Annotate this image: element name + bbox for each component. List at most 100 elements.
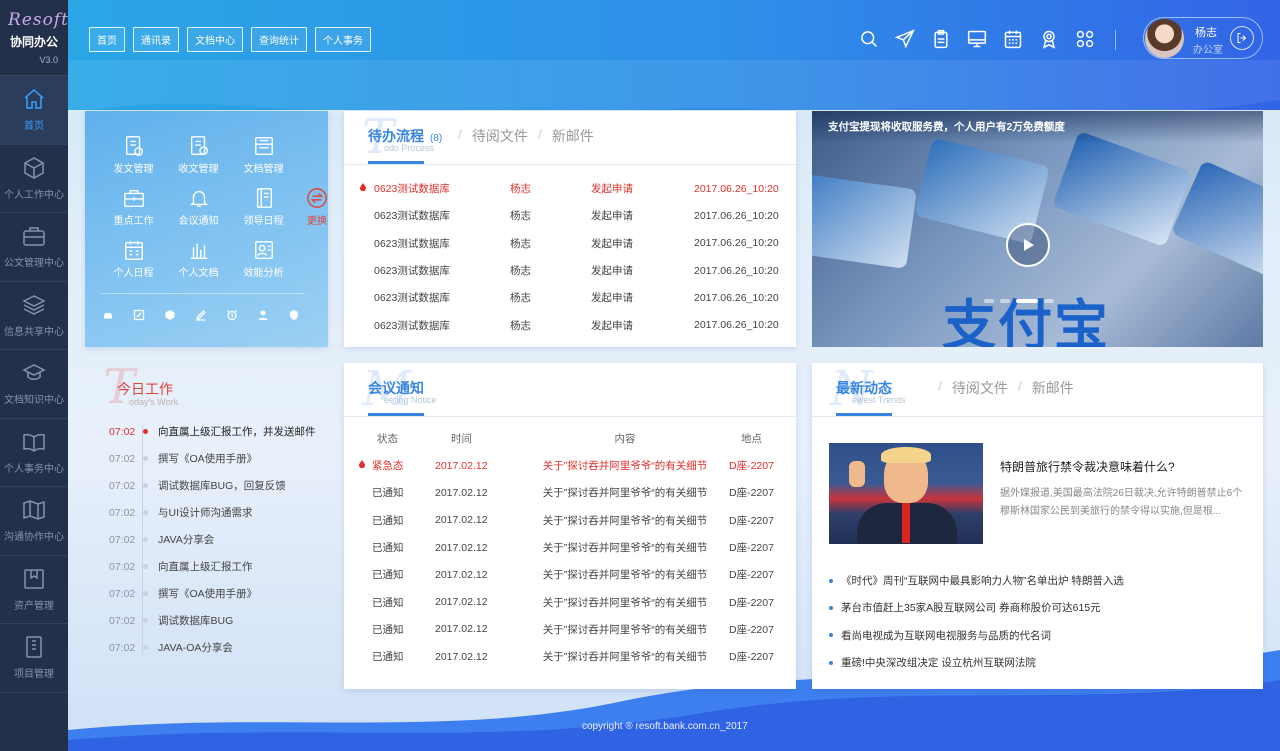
list-item[interactable]: 《时代》周刊“互联网中最具影响力人物”名单出炉 特朗普入选 [829, 567, 1124, 594]
news-photo[interactable] [829, 443, 983, 544]
apps-button[interactable] [1075, 29, 1111, 49]
today-item[interactable]: 07:02 向直属上级汇报工作 [109, 559, 253, 574]
table-row[interactable]: 已通知 2017.02.12 关于”探讨吞并阿里爷爷“的有关细节 D座-2207 [344, 561, 796, 588]
alarm-icon [227, 309, 237, 321]
app-logo[interactable]: Resoft 协同办公 V3.0 [0, 0, 68, 76]
play-button[interactable] [1006, 223, 1050, 267]
table-row[interactable]: 已通知 2017.02.12 关于”探讨吞并阿里爷爷“的有关细节 D座-2207 [344, 534, 796, 561]
promo-banner[interactable]: 支付宝 支付宝提现将收取服务费，个人用户有2万免费额度 [812, 111, 1263, 347]
quick-personal-docs[interactable]: 个人文档 [166, 239, 231, 279]
brand-name: Resoft [8, 10, 69, 30]
car-button[interactable] [101, 308, 115, 322]
quick-receive-doc[interactable]: 收文管理 [166, 135, 231, 175]
send-icon [895, 29, 915, 49]
meeting-content: 关于”探讨吞并阿里爷爷“的有关细节 [542, 596, 708, 609]
search-button[interactable] [859, 29, 895, 49]
table-row[interactable]: 已通知 2017.02.12 关于”探讨吞并阿里爷爷“的有关细节 D座-2207 [344, 616, 796, 643]
today-item[interactable]: 07:02 JAVA分享会 [109, 532, 214, 547]
timeline-dot [143, 456, 148, 461]
topnav-statistics[interactable]: 查询统计 [251, 27, 307, 52]
today-item[interactable]: 07:02 向直属上级汇报工作，并发送邮件 [109, 424, 316, 439]
badge-button[interactable] [287, 308, 301, 322]
sidebar-item-home[interactable]: 首页 [0, 76, 68, 145]
box-button[interactable] [163, 308, 177, 322]
todo-row[interactable]: 0623测试数据库 杨志 发起申请 2017.06.26_10:20 [344, 175, 796, 202]
table-row[interactable]: 已通知 2017.02.12 关于”探讨吞并阿里爷爷“的有关细节 D座-2207 [344, 588, 796, 615]
avatar[interactable] [1145, 19, 1184, 58]
topnav-documents[interactable]: 文档中心 [187, 27, 243, 52]
notebook-icon [256, 188, 272, 208]
today-item[interactable]: 07:02 与UI设计师沟通需求 [109, 505, 253, 520]
today-item[interactable]: 07:02 JAVA-OA分享会 [109, 640, 233, 655]
today-subtitle: oday's Work [129, 397, 179, 407]
alarm-button[interactable] [225, 308, 239, 322]
meeting-place: D座-2207 [729, 460, 774, 473]
list-item[interactable]: 茅台市值赶上35家A股互联网公司 券商称股价可达615元 [829, 594, 1124, 621]
send-button[interactable] [895, 29, 931, 49]
todo-user: 杨志 [510, 237, 531, 250]
quick-send-doc[interactable]: 发文管理 [101, 135, 166, 175]
unionpay-card [1051, 130, 1193, 248]
todo-row[interactable]: 0623测试数据库 杨志 发起申请 2017.06.26_10:20 [344, 311, 796, 338]
user-button[interactable] [256, 308, 270, 322]
todo-name: 0623测试数据库 [374, 292, 450, 305]
quick-swap[interactable]: 更换 [296, 187, 338, 227]
today-time: 07:02 [109, 560, 136, 573]
tab-pending-read[interactable]: 待阅文件 [952, 378, 1008, 398]
carousel-dot[interactable] [1000, 299, 1010, 303]
sidebar-item-personal-affairs[interactable]: 个人事务中心 [0, 419, 68, 487]
topnav-home[interactable]: 首页 [89, 27, 125, 52]
sidebar-item-personal-work[interactable]: 个人工作中心 [0, 145, 68, 213]
logout-button[interactable] [1230, 26, 1254, 50]
sidebar-item-knowledge[interactable]: 文档知识中心 [0, 350, 68, 419]
featured-news-title[interactable]: 特朗普旅行禁令裁决意味着什么? [1000, 458, 1175, 475]
carousel-dot-active[interactable] [1016, 299, 1038, 303]
tab-pending-read[interactable]: 待阅文件 [472, 126, 528, 146]
tab-new-mail[interactable]: 新邮件 [1032, 378, 1074, 398]
carousel-dots [984, 299, 1054, 303]
list-item[interactable]: 重磅!中央深改组决定 设立杭州互联网法院 [829, 649, 1124, 676]
sidebar-item-collaboration[interactable]: 沟通协作中心 [0, 487, 68, 556]
quick-leader-schedule[interactable]: 领导日程 [231, 187, 296, 227]
today-item[interactable]: 07:02 调试数据库BUG，回复反馈 [109, 478, 286, 493]
quick-doc-manage[interactable]: 文档管理 [231, 135, 296, 175]
calendar-button[interactable] [1003, 29, 1039, 49]
today-item[interactable]: 07:02 撰写《OA使用手册》 [109, 586, 257, 601]
user-menu[interactable]: 杨志 办公室 [1143, 17, 1263, 59]
tab-new-mail[interactable]: 新邮件 [552, 126, 594, 146]
sidebar-item-official-docs[interactable]: 公文管理中心 [0, 213, 68, 282]
table-row[interactable]: 已通知 2017.02.12 关于”探讨吞并阿里爷爷“的有关细节 D座-2207 [344, 643, 796, 670]
todo-time: 2017.06.26_10:20 [694, 182, 779, 195]
quick-efficiency[interactable]: 效能分析 [231, 239, 296, 279]
todo-row[interactable]: 0623测试数据库 杨志 发起申请 2017.06.26_10:20 [344, 202, 796, 229]
quick-meeting-notice[interactable]: 会议通知 [166, 187, 231, 227]
topnav-contacts[interactable]: 通讯录 [133, 27, 179, 52]
table-row[interactable]: 已通知 2017.02.12 关于”探讨吞并阿里爷爷“的有关细节 D座-2207 [344, 479, 796, 506]
topnav-personal[interactable]: 个人事务 [315, 27, 371, 52]
quick-key-work[interactable]: 重点工作 [101, 187, 166, 227]
clipboard-button[interactable] [931, 29, 967, 49]
monitor-button[interactable] [967, 29, 1003, 49]
sidebar-item-assets[interactable]: 资产管理 [0, 556, 68, 624]
meeting-status: 已通知 [372, 542, 404, 555]
today-item[interactable]: 07:02 撰写《OA使用手册》 [109, 451, 257, 466]
pen-button[interactable] [194, 308, 208, 322]
sidebar-item-info-share[interactable]: 信息共享中心 [0, 282, 68, 350]
quick-personal-schedule[interactable]: 个人日程 [101, 239, 166, 279]
carousel-dot[interactable] [984, 299, 994, 303]
sidebar-item-label: 个人工作中心 [4, 189, 64, 201]
meeting-content: 关于”探讨吞并阿里爷爷“的有关细节 [542, 460, 708, 473]
edit-button[interactable] [132, 308, 146, 322]
table-row[interactable]: 紧急态 2017.02.12 关于”探讨吞并阿里爷爷“的有关细节 D座-2207 [344, 452, 796, 479]
todo-row[interactable]: 0623测试数据库 杨志 发起申请 2017.06.26_10:20 [344, 230, 796, 257]
list-item[interactable]: 看尚电视成为互联网电视服务与品质的代名词 [829, 622, 1124, 649]
todo-row[interactable]: 0623测试数据库 杨志 发起申请 2017.06.26_10:20 [344, 284, 796, 311]
news-header: N 最新动态 ewest Trends / 待阅文件 / 新邮件 [812, 361, 1263, 417]
carousel-dot[interactable] [1044, 299, 1054, 303]
table-row[interactable]: 已通知 2017.02.12 关于”探讨吞并阿里爷爷“的有关细节 D座-2207 [344, 507, 796, 534]
todo-row[interactable]: 0623测试数据库 杨志 发起申请 2017.06.26_10:20 [344, 257, 796, 284]
meeting-status: 已通知 [372, 569, 404, 582]
sidebar-item-projects[interactable]: 项目管理 [0, 624, 68, 693]
today-item[interactable]: 07:02 调试数据库BUG [109, 613, 233, 628]
award-button[interactable] [1039, 29, 1075, 49]
